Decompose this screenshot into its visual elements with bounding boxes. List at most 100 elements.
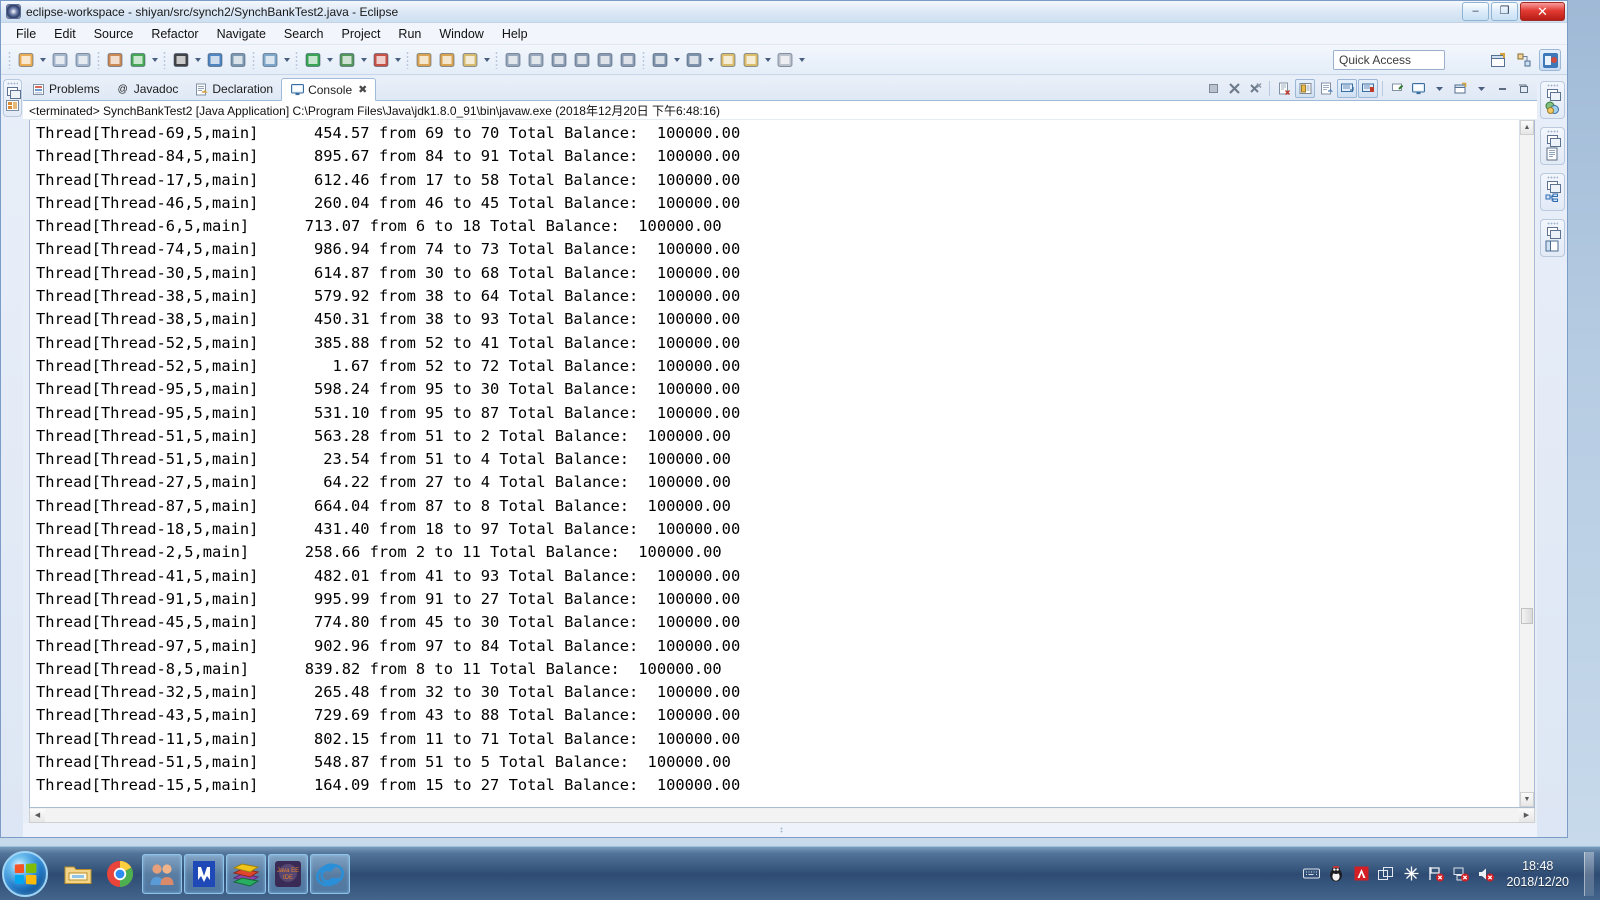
- chevron-down-icon[interactable]: [1429, 79, 1449, 98]
- close-icon[interactable]: ✖: [358, 83, 367, 96]
- quick-access-input[interactable]: Quick Access: [1333, 50, 1445, 70]
- show-desktop-button[interactable]: [1584, 851, 1594, 896]
- chevron-down-icon-2[interactable]: [1471, 79, 1491, 98]
- scroll-down-button[interactable]: ▼: [1520, 792, 1534, 807]
- restore-minimap-button[interactable]: [1539, 219, 1565, 257]
- remove-all-terminated-icon[interactable]: [1245, 79, 1265, 98]
- menu-window[interactable]: Window: [430, 25, 492, 43]
- tab-declaration[interactable]: Declaration: [186, 78, 281, 100]
- console-horizontal-scrollbar[interactable]: ◀ ▶: [29, 808, 1535, 823]
- search-icon[interactable]: [459, 49, 480, 70]
- tray-volume-muted-icon[interactable]: [1477, 865, 1495, 883]
- restore-hierarchy-button[interactable]: [1539, 173, 1565, 211]
- tab-javadoc[interactable]: @ Javadoc: [108, 78, 187, 100]
- resize-grip[interactable]: [780, 827, 783, 833]
- taskbar-clock[interactable]: 18:48 2018/12/20: [1502, 858, 1577, 890]
- taskbar-internet-explorer[interactable]: [310, 853, 350, 894]
- save-all-icon[interactable]: [72, 49, 93, 70]
- taskbar-eclipse-java-ee-ide[interactable]: Java EE IDE: [268, 853, 308, 894]
- taskbar-wps-writer[interactable]: [184, 853, 224, 894]
- toolbar-grip[interactable]: [8, 50, 11, 69]
- chevron-down-icon[interactable]: [705, 50, 716, 70]
- restore-outline-button[interactable]: [1539, 81, 1565, 119]
- menu-search[interactable]: Search: [275, 25, 333, 43]
- new-wizard-icon[interactable]: [15, 49, 36, 70]
- perspective-java-icon[interactable]: [1539, 49, 1561, 71]
- save-icon[interactable]: [49, 49, 70, 70]
- restore-package-explorer-button[interactable]: [2, 79, 22, 117]
- remove-launch-icon[interactable]: [1224, 79, 1244, 98]
- coverage-icon[interactable]: [336, 49, 357, 70]
- chevron-down-icon[interactable]: [762, 50, 773, 70]
- back-arrow-icon[interactable]: [740, 49, 761, 70]
- menu-project[interactable]: Project: [333, 25, 390, 43]
- vertical-scroll-track[interactable]: [1520, 135, 1534, 792]
- new-java-project-icon[interactable]: [413, 49, 434, 70]
- skip-breakpoints-icon[interactable]: [227, 49, 248, 70]
- perspective-java-ee-icon[interactable]: [1513, 49, 1535, 71]
- tray-flag-action-center-icon[interactable]: [1427, 865, 1445, 883]
- new-package-folder-icon[interactable]: [436, 49, 457, 70]
- taskbar-google-chrome[interactable]: [100, 854, 140, 894]
- menu-refactor[interactable]: Refactor: [142, 25, 207, 43]
- new-java-package-icon[interactable]: [104, 49, 125, 70]
- open-perspective-icon[interactable]: [1487, 49, 1509, 71]
- word-wrap-icon[interactable]: [1316, 79, 1336, 98]
- menu-source[interactable]: Source: [85, 25, 143, 43]
- show-console-on-error-icon[interactable]: [1358, 79, 1378, 98]
- open-type-icon[interactable]: [170, 49, 191, 70]
- vertical-scroll-thumb[interactable]: [1521, 608, 1533, 625]
- taskbar-winrar[interactable]: [226, 853, 266, 894]
- toggle-mark-occurrences-icon[interactable]: [571, 49, 592, 70]
- minimize-view-icon[interactable]: [1492, 79, 1512, 98]
- tray-adobe-icon[interactable]: [1352, 865, 1370, 883]
- forward-arrow-icon[interactable]: [774, 49, 795, 70]
- paragraph-mark-icon[interactable]: [617, 49, 638, 70]
- taskbar-file-explorer[interactable]: [58, 854, 98, 894]
- last-edit-location-icon[interactable]: [548, 49, 569, 70]
- menu-edit[interactable]: Edit: [45, 25, 85, 43]
- tray-qq-penguin-icon[interactable]: [1327, 865, 1345, 883]
- tab-problems[interactable]: Problems: [23, 78, 108, 100]
- chevron-down-icon[interactable]: [796, 50, 807, 70]
- refresh-icon[interactable]: [127, 49, 148, 70]
- scroll-up-button[interactable]: ▲: [1520, 120, 1534, 135]
- show-whitespace-icon[interactable]: [594, 49, 615, 70]
- chevron-down-icon[interactable]: [358, 50, 369, 70]
- chevron-down-icon[interactable]: [149, 50, 160, 70]
- run-icon[interactable]: [302, 49, 323, 70]
- previous-annotation-icon[interactable]: [525, 49, 546, 70]
- menu-file[interactable]: File: [7, 25, 45, 43]
- open-console-icon[interactable]: [204, 49, 225, 70]
- tab-console[interactable]: Console ✖: [281, 78, 377, 101]
- menu-run[interactable]: Run: [389, 25, 430, 43]
- chevron-down-icon[interactable]: [392, 50, 403, 70]
- open-console-icon[interactable]: [1450, 79, 1470, 98]
- scroll-left-button[interactable]: ◀: [30, 808, 45, 822]
- debug-icon[interactable]: [259, 49, 280, 70]
- chevron-down-icon[interactable]: [37, 50, 48, 70]
- back-history-icon[interactable]: [717, 49, 738, 70]
- start-button[interactable]: [2, 850, 48, 897]
- maximize-button[interactable]: ❐: [1491, 2, 1518, 21]
- chevron-down-icon[interactable]: [671, 50, 682, 70]
- next-edit-position-icon[interactable]: [649, 49, 670, 70]
- horizontal-scroll-track[interactable]: [45, 808, 1519, 822]
- chevron-down-icon[interactable]: [481, 50, 492, 70]
- tray-network-error-icon[interactable]: [1452, 865, 1470, 883]
- menu-help[interactable]: Help: [493, 25, 537, 43]
- tray-keyboard-icon[interactable]: [1302, 865, 1320, 883]
- menu-navigate[interactable]: Navigate: [208, 25, 275, 43]
- chevron-down-icon[interactable]: [324, 50, 335, 70]
- close-button[interactable]: ✕: [1520, 2, 1565, 21]
- pin-console-icon[interactable]: [1387, 79, 1407, 98]
- chevron-down-icon[interactable]: [281, 50, 292, 70]
- previous-edit-position-icon[interactable]: [683, 49, 704, 70]
- chevron-down-icon[interactable]: [192, 50, 203, 70]
- display-selected-console-icon[interactable]: [1408, 79, 1428, 98]
- next-annotation-icon[interactable]: [502, 49, 523, 70]
- terminate-icon[interactable]: [1203, 79, 1223, 98]
- maximize-view-icon[interactable]: [1513, 79, 1533, 98]
- tray-sunburst-icon[interactable]: [1402, 865, 1420, 883]
- run-external-tools-icon[interactable]: [370, 49, 391, 70]
